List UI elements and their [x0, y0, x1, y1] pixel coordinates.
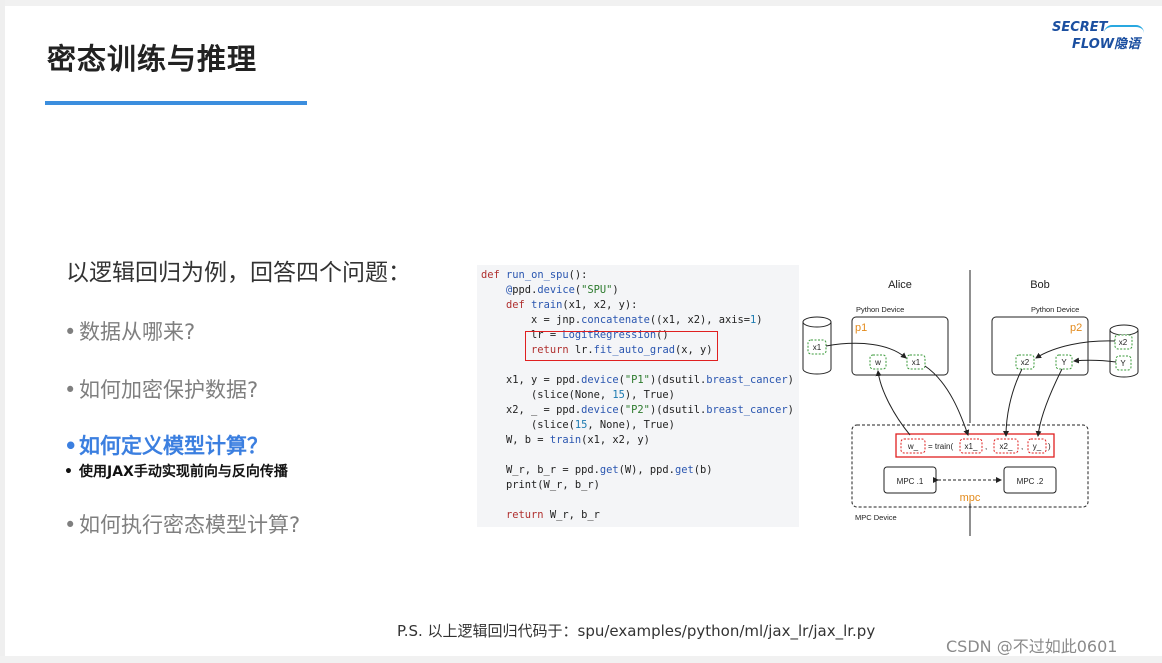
bullet-dot: •	[64, 378, 77, 402]
code-line: W, b = train(x1, x2, y)	[481, 434, 650, 446]
bullet-dot: •	[64, 464, 73, 480]
comma-2: ,	[1021, 442, 1023, 451]
slide-top-border	[0, 0, 1162, 6]
bob-x2-label: x2	[1021, 358, 1030, 367]
question-3-subpoint-text: 使用JAX手动实现前向与反向传播	[79, 464, 288, 480]
alice-w-label: w	[874, 358, 881, 367]
source-footnote: P.S. 以上逻辑回归代码于：spu/examples/python/ml/ja…	[397, 622, 876, 640]
code-highlight-box	[525, 331, 718, 361]
question-1: • 数据从哪来?	[64, 316, 195, 346]
comma-1: ,	[985, 442, 987, 451]
question-3-subpoint: • 使用JAX手动实现前向与反向传播	[64, 461, 288, 481]
question-2: • 如何加密保护数据?	[64, 374, 258, 404]
bullet-dot: •	[64, 513, 77, 537]
x1-secret-label: x1_	[965, 442, 978, 451]
code-line: def train(x1, x2, y):	[506, 299, 638, 311]
bob-python-device-label: Python Device	[1031, 305, 1079, 314]
alice-x1-label: x1	[912, 358, 921, 367]
question-3-text: 如何定义模型计算？	[79, 434, 268, 458]
bob-label: Bob	[1030, 279, 1050, 291]
p2-label: p2	[1070, 322, 1082, 334]
slide-bottom-border	[0, 656, 1162, 663]
question-1-text: 数据从哪来?	[79, 320, 196, 344]
code-line: (slice(None, 15), True)	[481, 389, 675, 401]
code-line: x = jnp.concatenate((x1, x2), axis=1)	[481, 314, 763, 326]
alice-label: Alice	[888, 279, 912, 291]
mpc1-label: MPC .1	[897, 477, 924, 486]
alice-x1-source-label: x1	[813, 343, 822, 352]
code-line: (slice(15, None), True)	[481, 419, 675, 431]
csdn-watermark: CSDN @不过如此0601	[946, 637, 1118, 656]
slide-left-border	[0, 0, 5, 663]
slide-title: 密态训练与推理	[47, 42, 258, 76]
question-4: • 如何执行密态模型计算?	[64, 509, 300, 539]
title-underline	[45, 101, 307, 105]
logo-line-2: FLOW隐语	[1072, 37, 1141, 52]
question-4-text: 如何执行密态模型计算?	[79, 513, 301, 537]
bob-y-label: Y	[1061, 358, 1067, 367]
mpc2-label: MPC .2	[1017, 477, 1044, 486]
code-line: @ppd.device("SPU")	[506, 284, 619, 296]
bullet-dot: •	[64, 320, 77, 344]
logo-swoosh	[1104, 25, 1144, 33]
y-secret-label: y_	[1033, 442, 1042, 451]
code-line: return W_r, b_r	[506, 509, 600, 521]
bob-y-source-label: Y	[1120, 359, 1126, 368]
train-call-text: = train(	[928, 442, 953, 451]
mpc-device-label: MPC Device	[855, 513, 897, 522]
mpc-label: mpc	[960, 492, 981, 504]
bullet-dot: •	[64, 434, 78, 458]
x2-secret-label: x2_	[1000, 442, 1013, 451]
close-paren: )	[1048, 442, 1051, 451]
code-line: x1, y = ppd.device("P1")(dsutil.breast_c…	[481, 374, 794, 386]
question-3-highlighted: •如何定义模型计算？	[64, 430, 268, 460]
intro-text: 以逻辑回归为例，回答四个问题：	[66, 260, 411, 286]
code-block: def run_on_spu(): @ppd.device("SPU") def…	[481, 268, 794, 523]
code-line: x2, _ = ppd.device("P2")(dsutil.breast_c…	[481, 404, 794, 416]
code-line: def run_on_spu():	[481, 269, 588, 281]
code-line: print(W_r, b_r)	[481, 479, 600, 491]
arrow-x1-to-mpc	[924, 365, 970, 436]
arrow-y-to-mpc	[1035, 368, 1063, 437]
alice-python-device-label: Python Device	[856, 305, 904, 314]
question-2-text: 如何加密保护数据?	[79, 378, 259, 402]
spu-device-diagram: Alice Bob Python Device Python Device p1…	[802, 270, 1139, 536]
w-secret-label: w_	[907, 442, 919, 451]
p1-label: p1	[855, 322, 867, 334]
arrow-x2-to-mpc	[1003, 368, 1023, 437]
secretflow-logo: SECRET FLOW隐语	[1050, 20, 1150, 54]
code-line: W_r, b_r = ppd.get(W), ppd.get(b)	[481, 464, 713, 476]
bob-x2-source-label: x2	[1119, 338, 1128, 347]
